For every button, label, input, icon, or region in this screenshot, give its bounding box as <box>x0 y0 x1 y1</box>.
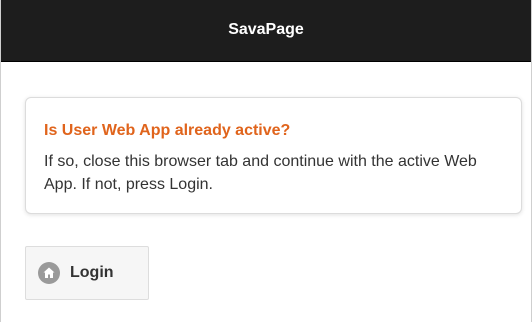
login-button-label: Login <box>70 264 114 281</box>
notice-title: Is User Web App already active? <box>44 122 291 139</box>
app-frame: SavaPage Is User Web App already active?… <box>0 0 532 322</box>
notice-box: Is User Web App already active? If so, c… <box>25 97 522 214</box>
home-icon <box>38 262 60 284</box>
page-title: SavaPage <box>228 20 304 38</box>
header-bar: SavaPage <box>1 0 531 62</box>
notice-body: If so, close this browser tab and contin… <box>44 153 477 193</box>
login-button[interactable]: Login <box>25 246 149 300</box>
